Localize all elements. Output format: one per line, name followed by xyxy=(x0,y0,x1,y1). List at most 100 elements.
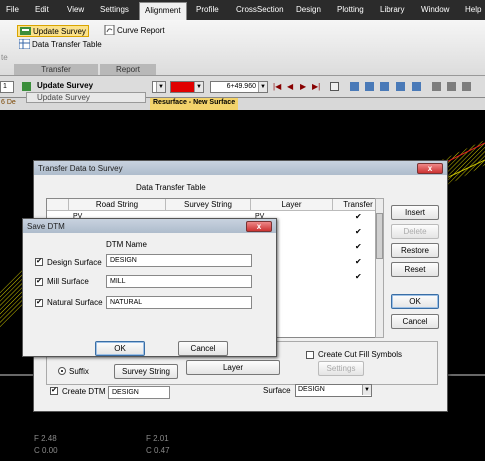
transfer-check[interactable]: ✔ xyxy=(355,272,362,281)
last-icon[interactable]: ▶| xyxy=(312,82,320,91)
scrollbar-thumb[interactable] xyxy=(376,213,383,259)
menu-edit[interactable]: Edit xyxy=(35,5,49,14)
col-survey-string[interactable]: Survey String xyxy=(166,199,251,211)
menu-help[interactable]: Help xyxy=(465,5,481,14)
toolbar-update-survey[interactable]: Update Survey xyxy=(37,81,93,90)
survey-string-button[interactable]: Survey String xyxy=(114,364,178,379)
transfer-check[interactable]: ✔ xyxy=(355,212,362,221)
delete-button[interactable]: Delete xyxy=(391,224,439,239)
natural-surface-checkbox[interactable]: ✔ xyxy=(35,299,43,307)
mill-surface-field[interactable]: MILL xyxy=(106,275,252,288)
col-layer[interactable]: Layer xyxy=(251,199,333,211)
chevron-down-icon: ▼ xyxy=(258,82,267,92)
menu-window[interactable]: Window xyxy=(421,5,449,14)
update-survey-button[interactable]: Update Survey xyxy=(17,25,89,37)
next-icon[interactable]: ▶ xyxy=(300,82,306,91)
tool-icon-5[interactable] xyxy=(412,82,421,91)
design-surface-field[interactable]: DESIGN xyxy=(106,254,252,267)
natural-surface-label: Natural Surface xyxy=(47,298,103,307)
data-transfer-table-button[interactable]: Data Transfer Table xyxy=(18,38,102,50)
toolbar: 1 Update Survey Update Survey ▼ ▼ 6+49.9… xyxy=(0,76,485,103)
group-transfer-label: Transfer xyxy=(14,64,98,75)
mill-surface-checkbox[interactable]: ✔ xyxy=(35,278,43,286)
surface-label: Surface xyxy=(263,386,291,395)
natural-surface-field[interactable]: NATURAL xyxy=(106,296,252,309)
col-road-string[interactable]: Road String xyxy=(69,199,166,211)
menu-library[interactable]: Library xyxy=(380,5,404,14)
save-dtm-cancel-button[interactable]: Cancel xyxy=(178,341,228,356)
tool-icon-7[interactable] xyxy=(447,82,456,91)
transfer-ok-button[interactable]: OK xyxy=(391,294,439,309)
coord-label: F 2.48 xyxy=(34,434,57,443)
update-survey-icon xyxy=(22,82,31,91)
tool-icon-8[interactable] xyxy=(462,82,471,91)
coord-label: C 0.47 xyxy=(146,446,170,455)
dtm-name-header: DTM Name xyxy=(106,240,147,249)
save-dtm-titlebar[interactable]: Save DTM x xyxy=(23,219,276,233)
station-combo[interactable]: 6+49.960 ▼ xyxy=(210,81,268,93)
tool-icon-4[interactable] xyxy=(396,82,405,91)
tool-icon-3[interactable] xyxy=(380,82,389,91)
transfer-check[interactable]: ✔ xyxy=(355,227,362,236)
chevron-down-icon: ▼ xyxy=(362,385,371,395)
design-tab-fragment[interactable]: 6 De xyxy=(1,99,16,106)
surface-select[interactable]: DESIGN ▼ xyxy=(295,384,372,397)
menu-crosssection[interactable]: CrossSection xyxy=(236,5,284,14)
restore-button[interactable]: Restore xyxy=(391,243,439,258)
menu-design[interactable]: Design xyxy=(296,5,321,14)
suffix-radio[interactable] xyxy=(58,367,66,375)
menu-view[interactable]: View xyxy=(67,5,84,14)
curve-report-button[interactable]: Curve Report xyxy=(104,24,165,36)
menu-plotting[interactable]: Plotting xyxy=(337,5,364,14)
transfer-dialog-titlebar[interactable]: Transfer Data to Survey x xyxy=(34,161,447,175)
surface-banner: Resurface - New Surface xyxy=(150,98,239,110)
menu-file[interactable]: File xyxy=(6,5,19,14)
close-button[interactable]: x xyxy=(246,221,272,232)
insert-button[interactable]: Insert xyxy=(391,205,439,220)
ribbon: te Update Survey Data Transfer Table Cur… xyxy=(0,20,485,76)
save-dtm-ok-button[interactable]: OK xyxy=(95,341,145,356)
create-dtm-checkbox[interactable]: ✔ xyxy=(50,387,58,395)
group-report-label: Report xyxy=(100,64,156,75)
close-button[interactable]: x xyxy=(417,163,443,174)
create-cut-fill-checkbox[interactable] xyxy=(306,351,314,359)
tool-icon-1[interactable] xyxy=(350,82,359,91)
table-heading: Data Transfer Table xyxy=(136,183,206,192)
ribbon-left-fragment: te xyxy=(1,53,8,62)
tool-icon-6[interactable] xyxy=(432,82,441,91)
report-icon xyxy=(104,24,115,36)
design-surface-label: Design Surface xyxy=(47,258,102,267)
settings-button[interactable]: Settings xyxy=(318,361,364,376)
mill-surface-label: Mill Surface xyxy=(47,277,89,286)
table-icon xyxy=(18,38,31,50)
create-dtm-field[interactable]: DESIGN xyxy=(108,386,170,399)
menu-profile[interactable]: Profile xyxy=(196,5,219,14)
create-cut-fill-label: Create Cut Fill Symbols xyxy=(318,350,403,359)
grid-icon[interactable] xyxy=(330,82,339,91)
layer-button[interactable]: Layer xyxy=(186,360,280,375)
update-survey-icon xyxy=(20,26,31,36)
prev-icon[interactable]: ◀ xyxy=(287,82,293,91)
coord-label: F 2.01 xyxy=(146,434,169,443)
transfer-cancel-button[interactable]: Cancel xyxy=(391,314,439,329)
create-dtm-label: Create DTM xyxy=(62,387,106,396)
design-surface-checkbox[interactable]: ✔ xyxy=(35,258,43,266)
tool-icon-2[interactable] xyxy=(365,82,374,91)
reset-button[interactable]: Reset xyxy=(391,262,439,277)
menu-settings[interactable]: Settings xyxy=(100,5,129,14)
combo-2[interactable]: ▼ xyxy=(152,81,166,93)
transfer-check[interactable]: ✔ xyxy=(355,242,362,251)
menu-alignment[interactable]: Alignment xyxy=(139,2,187,20)
first-icon[interactable]: |◀ xyxy=(273,82,281,91)
chevron-down-icon: ▼ xyxy=(156,82,165,92)
chevron-down-icon: ▼ xyxy=(194,82,203,92)
save-dtm-dialog: Save DTM x DTM Name ✔ Design Surface DES… xyxy=(22,218,277,357)
update-survey-dropdown[interactable]: Update Survey xyxy=(26,92,146,103)
menu-bar: File Edit View Settings Alignment Profil… xyxy=(0,0,485,20)
table-scrollbar[interactable] xyxy=(375,198,384,338)
transfer-check[interactable]: ✔ xyxy=(355,257,362,266)
coord-label: C 0.00 xyxy=(34,446,58,455)
combo-1[interactable]: 1 xyxy=(0,81,14,93)
close-icon: x xyxy=(427,164,433,173)
color-combo[interactable]: ▼ xyxy=(170,81,204,93)
